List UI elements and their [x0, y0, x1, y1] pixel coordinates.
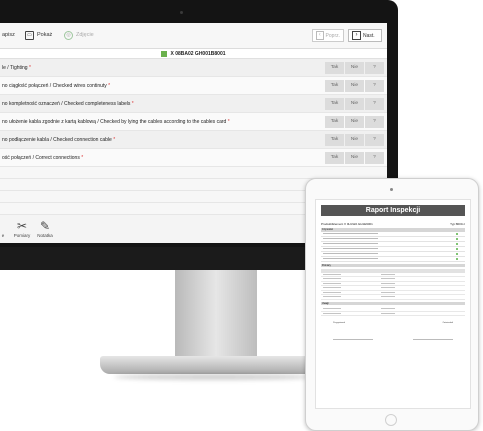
foot-shadow	[114, 374, 314, 380]
notes-section-header: Uwagi	[321, 301, 465, 305]
required-mark: *	[81, 154, 84, 161]
signature-left-label: Przygotował	[333, 322, 345, 324]
check-ok-icon	[455, 237, 458, 240]
required-mark: *	[113, 136, 116, 143]
required-mark: *	[28, 64, 31, 71]
yes-button[interactable]: Tak	[325, 79, 344, 92]
no-button[interactable]: Nie	[345, 151, 364, 164]
print-button[interactable]: apisz	[2, 29, 15, 41]
form-title-bar: X 08BA02 GH001B8001	[0, 49, 387, 59]
tablet: Raport Inspekcji Produkt/Element X 0LGWA…	[305, 178, 479, 431]
question-text: no kompletność oznaczeń / Checked comple…	[2, 100, 131, 107]
type-label: Typ:8000-z	[450, 222, 465, 226]
photo-label: Zdjęcie	[76, 32, 94, 38]
no-button[interactable]: Nie	[345, 79, 364, 92]
unknown-button[interactable]: ?	[365, 151, 384, 164]
note-button[interactable]: ✎ Notatka	[34, 219, 56, 238]
required-mark: *	[227, 118, 230, 125]
yes-button[interactable]: Tak	[325, 97, 344, 110]
question-row: no podłączenie kabla / Checked connectio…	[0, 131, 387, 149]
yes-button[interactable]: Tak	[325, 133, 344, 146]
question-text: no ciągłość połączeń / Checked wires con…	[2, 82, 107, 89]
unknown-button[interactable]: ?	[365, 115, 384, 128]
unknown-button[interactable]: ?	[365, 79, 384, 92]
notes-table	[321, 307, 465, 316]
camera-icon	[180, 11, 183, 14]
question-row: ość połączeń / Correct connections * Tak…	[0, 149, 387, 167]
measure-section-header: Pomiary	[321, 263, 465, 267]
unknown-button[interactable]: ?	[365, 97, 384, 110]
no-button[interactable]: Nie	[345, 133, 364, 146]
check-ok-icon	[455, 257, 458, 260]
next-button[interactable]: › Nast.	[348, 29, 382, 42]
preview-label: Pokaż	[37, 32, 53, 38]
ruler-tools-icon: ✂	[16, 219, 28, 233]
signature-line	[413, 339, 453, 340]
monitor-stand	[175, 270, 257, 364]
document-icon	[161, 50, 168, 57]
form-title: X 08BA02 GH001B8001	[170, 50, 226, 57]
tablet-screen: Raport Inspekcji Produkt/Element X 0LGWA…	[315, 199, 471, 409]
no-button[interactable]: Nie	[345, 97, 364, 110]
check-ok-icon	[455, 242, 458, 245]
measure-label: Pomiary	[13, 233, 31, 238]
check-line	[321, 257, 465, 262]
measure-table	[321, 269, 465, 300]
report-title: Raport Inspekcji	[321, 205, 465, 216]
camera-photo-icon: ◎	[64, 30, 73, 40]
chevron-left-icon: ‹	[316, 31, 324, 40]
photo-button[interactable]: ◎ Zdjęcie	[64, 29, 94, 41]
table-row	[321, 312, 465, 316]
toolbar: apisz ▭ Pokaż ◎ Zdjęcie ‹ Poprz. › Nast.	[0, 23, 387, 49]
previous-label: Poprz.	[325, 32, 340, 39]
table-row	[321, 295, 465, 300]
signature-line	[333, 339, 373, 340]
preview-icon: ▭	[25, 30, 34, 40]
yes-button[interactable]: Tak	[325, 151, 344, 164]
question-text: no ułożenie kabla zgodnie z kartą kablow…	[2, 118, 227, 125]
question-text: no podłączenie kabla / Checked connectio…	[2, 136, 112, 143]
question-text: ość połączeń / Correct connections	[2, 154, 80, 161]
bottom-toolbar: e ✂ Pomiary ✎ Notatka	[0, 219, 70, 243]
yes-button[interactable]: Tak	[325, 115, 344, 128]
report-product-line: Produkt/Element X 0LGWA GH1E9001 Typ:800…	[321, 222, 465, 226]
product-label: Produkt/Element X 0LGWA GH1E9001	[321, 222, 373, 226]
question-text: le / Tighting	[2, 64, 28, 71]
signatures: Przygotował Zatwierdził	[321, 322, 465, 325]
chevron-right-icon: ›	[352, 31, 361, 40]
no-button[interactable]: Nie	[345, 115, 364, 128]
question-row: no ułożenie kabla zgodnie z kartą kablow…	[0, 113, 387, 131]
next-label: Nast.	[363, 32, 375, 39]
check-ok-icon	[455, 232, 458, 235]
monitor-foot	[100, 356, 326, 374]
signature-right-label: Zatwierdził	[442, 322, 453, 324]
pen-icon: ✎	[39, 219, 51, 233]
previous-button[interactable]: ‹ Poprz.	[312, 29, 344, 42]
tablet-camera-icon	[390, 188, 393, 191]
note-label: Notatka	[37, 233, 53, 238]
report-header-text	[321, 218, 465, 221]
home-button[interactable]	[385, 414, 397, 426]
print-label: apisz	[2, 32, 15, 38]
inspection-report: Raport Inspekcji Produkt/Element X 0LGWA…	[321, 205, 465, 340]
unknown-button[interactable]: ?	[365, 61, 384, 74]
required-mark: *	[131, 100, 134, 107]
preview-button[interactable]: ▭ Pokaż	[25, 29, 52, 41]
question-row: no ciągłość połączeń / Checked wires con…	[0, 77, 387, 95]
required-mark: *	[108, 82, 111, 89]
check-ok-icon	[455, 252, 458, 255]
measure-button[interactable]: ✂ Pomiary	[11, 219, 33, 238]
yes-button[interactable]: Tak	[325, 61, 344, 74]
question-row: le / Tighting * Tak Nie?	[0, 59, 387, 77]
check-ok-icon	[455, 247, 458, 250]
unknown-button[interactable]: ?	[365, 133, 384, 146]
question-row: no kompletność oznaczeń / Checked comple…	[0, 95, 387, 113]
no-button[interactable]: Nie	[345, 61, 364, 74]
